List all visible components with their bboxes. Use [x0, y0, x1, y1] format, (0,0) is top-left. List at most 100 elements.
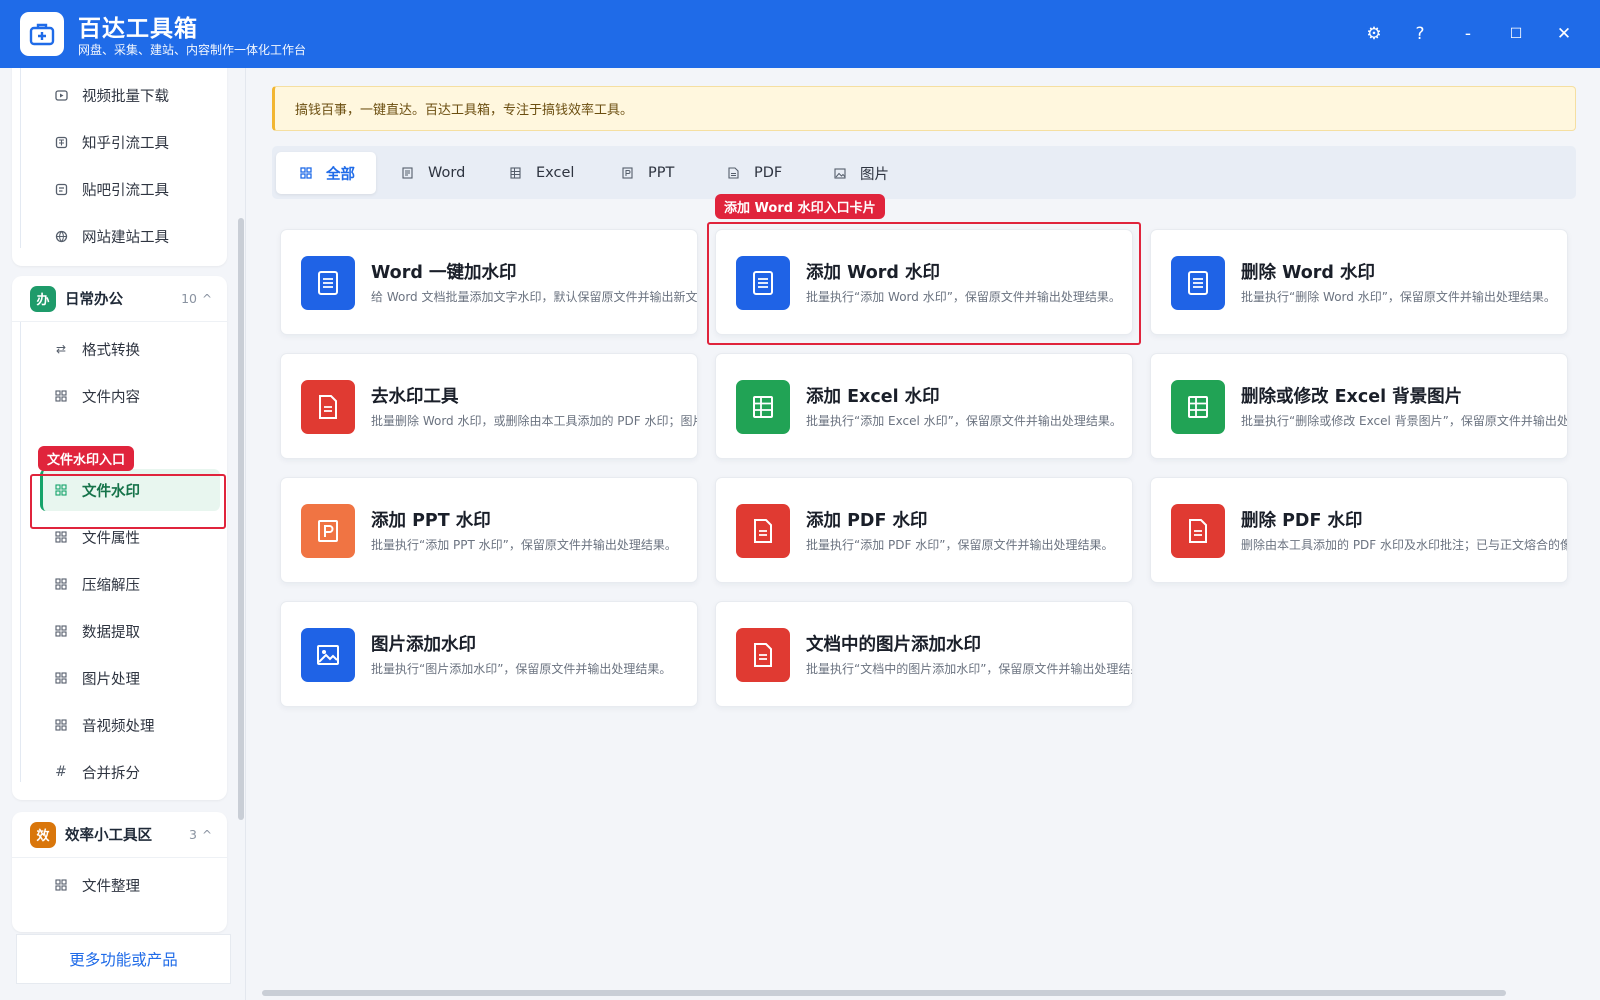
app-title: 百达工具箱 — [78, 16, 198, 42]
tab-label: 全部 — [326, 166, 355, 183]
grid-icon — [54, 530, 68, 544]
file-icon — [1171, 504, 1225, 558]
sheet-icon — [1171, 380, 1225, 434]
annotation-box-sidebar — [30, 474, 226, 529]
sidebar: 视频批量下载 知乎引流工具 贴吧引流工具 网站建站工具 办 日常办公 10 ^ … — [0, 68, 246, 1000]
sidebar-item-tieba[interactable]: 贴吧引流工具 — [40, 168, 220, 210]
sidebar-item-image-processing[interactable]: 图片处理 — [40, 657, 220, 699]
image-icon — [834, 167, 848, 179]
hash-icon: # — [55, 764, 67, 780]
more-features-button[interactable]: 更多功能或产品 — [16, 934, 231, 984]
tool-card-excel-background-image[interactable]: 删除或修改 Excel 背景图片 批量执行“删除或修改 Excel 背景图片”，… — [1150, 353, 1568, 459]
group-title: 效率小工具区 — [65, 828, 152, 844]
card-desc: 删除由本工具添加的 PDF 水印及水印批注；已与正文熔合的像素水印 — [1241, 538, 1567, 552]
annotation-tag-sidebar: 文件水印入口 — [38, 446, 135, 471]
tab-label: Excel — [536, 165, 575, 181]
grid-icon — [54, 624, 68, 638]
close-icon[interactable]: ✕ — [1550, 20, 1578, 48]
sidebar-item-label: 贴吧引流工具 — [82, 182, 169, 199]
table-icon — [510, 167, 524, 179]
grid-icon — [54, 577, 68, 591]
minimize-icon[interactable]: - — [1454, 20, 1482, 48]
sidebar-item-label: 合并拆分 — [82, 765, 140, 782]
sidebar-item-format-convert[interactable]: ⇄ 格式转换 — [40, 328, 220, 370]
group-header-efficiency[interactable]: 效 效率小工具区 3 ^ — [12, 812, 227, 858]
tieba-icon — [54, 182, 68, 196]
doc-icon — [402, 167, 416, 179]
tab-word[interactable]: Word — [378, 152, 479, 194]
tool-card-add-ppt-watermark[interactable]: 添加 PPT 水印 批量执行“添加 PPT 水印”，保留原文件并输出处理结果。 — [280, 477, 698, 583]
file-icon — [736, 628, 790, 682]
collapse-caret-icon[interactable]: ^ — [202, 828, 212, 842]
sidebar-item-label: 图片处理 — [82, 671, 140, 688]
tool-card-word-one-click-watermark[interactable]: Word 一键加水印 给 Word 文档批量添加文字水印，默认保留原文件并输出新… — [280, 229, 698, 335]
collapse-caret-icon[interactable]: ^ — [202, 292, 212, 306]
grid-icon — [54, 671, 68, 685]
sidebar-item-website[interactable]: 网站建站工具 — [40, 215, 220, 257]
sidebar-scrollbar[interactable] — [238, 218, 244, 820]
tool-card-image-watermark[interactable]: 图片添加水印 批量执行“图片添加水印”，保留原文件并输出处理结果。 — [280, 601, 698, 707]
group-header-office[interactable]: 办 日常办公 10 ^ — [12, 276, 227, 322]
tool-card-add-excel-watermark[interactable]: 添加 Excel 水印 批量执行“添加 Excel 水印”，保留原文件并输出处理… — [715, 353, 1133, 459]
title-bar: 百达工具箱 网盘、采集、建站、内容制作一体化工作台 ⚙ ? - ☐ ✕ — [0, 0, 1600, 68]
sidebar-item-label: 格式转换 — [82, 342, 140, 359]
tab-pdf[interactable]: PDF — [704, 152, 796, 194]
group-title: 日常办公 — [65, 292, 123, 308]
globe-icon — [54, 229, 68, 243]
tab-ppt[interactable]: PPT — [598, 152, 688, 194]
help-icon[interactable]: ? — [1406, 20, 1434, 48]
group-count: 3 — [189, 827, 197, 842]
card-desc: 批量执行“删除 Word 水印”，保留原文件并输出处理结果。 — [1241, 290, 1556, 304]
card-desc: 批量执行“删除或修改 Excel 背景图片”，保留原文件并输出处理结果。 — [1241, 414, 1568, 428]
sidebar-group-office: 办 日常办公 10 ^ ⇄ 格式转换 文件内容 文件水印 文件属性 压缩解压 数… — [12, 276, 227, 800]
tab-label: Word — [428, 165, 466, 181]
annotation-tag-card: 添加 Word 水印入口卡片 — [715, 194, 885, 219]
settings-gear-icon[interactable]: ⚙ — [1360, 20, 1388, 48]
efficiency-badge-icon: 效 — [30, 821, 56, 848]
sidebar-item-label: 文件属性 — [82, 530, 140, 547]
card-title: 图片添加水印 — [371, 635, 476, 655]
grid-icon — [54, 878, 68, 892]
tab-image[interactable]: 图片 — [810, 152, 903, 194]
app-subtitle: 网盘、采集、建站、内容制作一体化工作台 — [78, 43, 307, 57]
sidebar-item-file-content[interactable]: 文件内容 — [40, 375, 220, 417]
card-desc: 批量执行“文档中的图片添加水印”，保留原文件并输出处理结果。 — [806, 662, 1133, 676]
sidebar-item-zhihu[interactable]: 知乎引流工具 — [40, 121, 220, 163]
sidebar-item-label: 数据提取 — [82, 624, 140, 641]
card-title: 删除或修改 Excel 背景图片 — [1241, 387, 1463, 407]
sidebar-item-audio-video[interactable]: 音视频处理 — [40, 704, 220, 746]
card-title: 添加 Excel 水印 — [806, 387, 940, 407]
sidebar-group-efficiency: 效 效率小工具区 3 ^ 文件整理 — [12, 812, 227, 932]
tab-excel[interactable]: Excel — [486, 152, 588, 194]
swap-icon: ⇄ — [55, 342, 67, 356]
tool-card-remove-word-watermark[interactable]: 删除 Word 水印 批量执行“删除 Word 水印”，保留原文件并输出处理结果… — [1150, 229, 1568, 335]
annotation-box-card — [707, 222, 1141, 345]
sidebar-item-data-extract[interactable]: 数据提取 — [40, 610, 220, 652]
tool-card-document-image-watermark[interactable]: 文档中的图片添加水印 批量执行“文档中的图片添加水印”，保留原文件并输出处理结果… — [715, 601, 1133, 707]
ppt-file-icon — [301, 504, 355, 558]
sidebar-item-merge-split[interactable]: # 合并拆分 — [40, 751, 220, 793]
card-desc: 批量执行“添加 Excel 水印”，保留原文件并输出处理结果。 — [806, 414, 1122, 428]
file-icon — [736, 504, 790, 558]
sidebar-item-file-organize[interactable]: 文件整理 — [40, 864, 220, 906]
image-file-icon — [301, 628, 355, 682]
card-title: 添加 PPT 水印 — [371, 511, 491, 531]
sidebar-item-label: 视频批量下载 — [82, 88, 169, 105]
sidebar-item-compress[interactable]: 压缩解压 — [40, 563, 220, 605]
tree-rail — [20, 322, 21, 782]
word-doc-icon — [1171, 256, 1225, 310]
sidebar-item-video-download[interactable]: 视频批量下载 — [40, 74, 220, 116]
file-icon — [301, 380, 355, 434]
tree-rail — [20, 68, 21, 248]
pdf-icon — [728, 167, 742, 179]
notice-text: 搞钱百事，一键直达。百达工具箱，专注于搞钱效率工具。 — [295, 103, 634, 118]
tool-card-remove-pdf-watermark[interactable]: 删除 PDF 水印 删除由本工具添加的 PDF 水印及水印批注；已与正文熔合的像… — [1150, 477, 1568, 583]
maximize-icon[interactable]: ☐ — [1502, 20, 1530, 48]
horizontal-scrollbar[interactable] — [262, 990, 1506, 996]
tab-all[interactable]: 全部 — [276, 152, 376, 194]
tool-card-add-pdf-watermark[interactable]: 添加 PDF 水印 批量执行“添加 PDF 水印”，保留原文件并输出处理结果。 — [715, 477, 1133, 583]
grid-icon — [54, 718, 68, 732]
notice-banner: 搞钱百事，一键直达。百达工具箱，专注于搞钱效率工具。 — [272, 86, 1576, 131]
sidebar-item-label: 文件内容 — [82, 389, 140, 406]
tool-card-watermark-remover[interactable]: 去水印工具 批量删除 Word 水印，或删除由本工具添加的 PDF 水印；图片/… — [280, 353, 698, 459]
